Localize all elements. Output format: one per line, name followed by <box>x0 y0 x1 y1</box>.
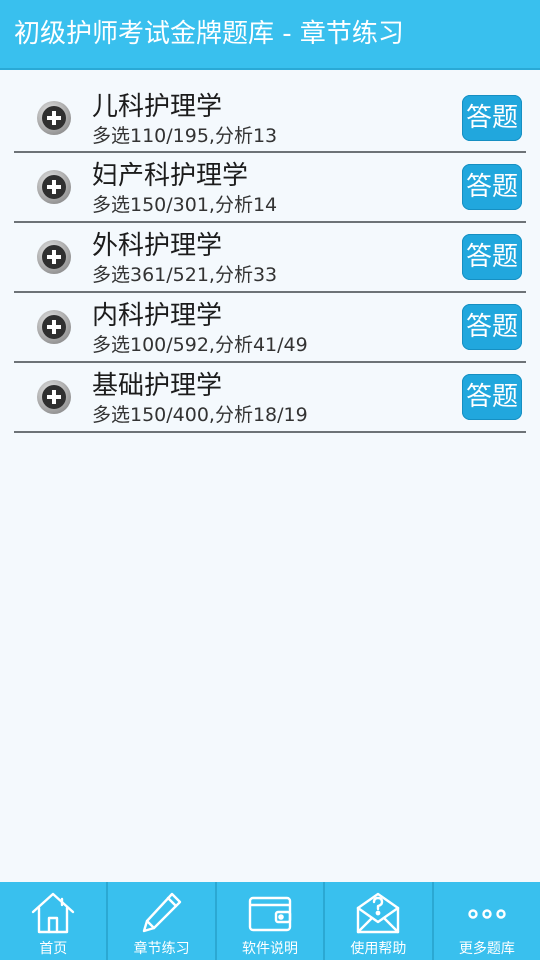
expand-plus-icon[interactable] <box>36 169 72 205</box>
chapter-stats: 多选150/400,分析18/19 <box>92 404 308 426</box>
title-bar: 初级护师考试金牌题库 - 章节练习 <box>0 0 540 68</box>
home-icon <box>29 890 77 936</box>
chapter-stats: 多选150/301,分析14 <box>92 194 278 216</box>
list-item[interactable]: 内科护理学 多选100/592,分析41/49 答题 <box>14 293 526 363</box>
nav-label: 章节练习 <box>133 941 190 957</box>
chapter-stats: 多选361/521,分析33 <box>92 264 278 286</box>
list-item[interactable]: 儿科护理学 多选110/195,分析13 答题 <box>14 84 526 153</box>
chapter-name: 儿科护理学 <box>92 92 223 122</box>
expand-plus-icon[interactable] <box>36 309 72 345</box>
chapter-name: 基础护理学 <box>92 371 223 401</box>
nav-chapter-practice[interactable]: 章节练习 <box>108 882 217 960</box>
list-item[interactable]: 妇产科护理学 多选150/301,分析14 答题 <box>14 153 526 223</box>
list-item[interactable]: 外科护理学 多选361/521,分析33 答题 <box>14 223 526 293</box>
answer-button[interactable]: 答题 <box>462 164 522 210</box>
expand-plus-icon[interactable] <box>36 379 72 415</box>
nav-label: 首页 <box>39 941 68 957</box>
chapter-stats: 多选110/195,分析13 <box>92 125 278 147</box>
answer-button[interactable]: 答题 <box>462 304 522 350</box>
more-icon <box>463 890 511 936</box>
answer-button[interactable]: 答题 <box>462 95 522 141</box>
chapter-name: 妇产科护理学 <box>92 161 249 191</box>
page-title: 初级护师考试金牌题库 - 章节练习 <box>14 19 404 49</box>
help-mail-icon <box>354 890 402 936</box>
list-item[interactable]: 基础护理学 多选150/400,分析18/19 答题 <box>14 363 526 433</box>
nav-label: 使用帮助 <box>350 941 407 957</box>
answer-button[interactable]: 答题 <box>462 234 522 280</box>
expand-plus-icon[interactable] <box>36 239 72 275</box>
bottom-nav: 首页 章节练习 软件说明 使用帮助 更多题库 <box>0 882 540 960</box>
chapter-name: 内科护理学 <box>92 301 223 331</box>
wallet-icon <box>246 890 294 936</box>
chapter-name: 外科护理学 <box>92 231 223 261</box>
nav-label: 更多题库 <box>458 941 515 957</box>
chapter-stats: 多选100/592,分析41/49 <box>92 334 308 356</box>
nav-label: 软件说明 <box>242 941 299 957</box>
nav-software-info[interactable]: 软件说明 <box>217 882 326 960</box>
answer-button[interactable]: 答题 <box>462 374 522 420</box>
nav-more-banks[interactable]: 更多题库 <box>434 882 540 960</box>
chapter-list: 儿科护理学 多选110/195,分析13 答题 妇产科护理学 多选150/301… <box>14 84 526 433</box>
expand-plus-icon[interactable] <box>36 100 72 136</box>
pencil-icon <box>138 890 186 936</box>
app-screen: 初级护师考试金牌题库 - 章节练习 儿科护理学 多选110/195,分析13 答… <box>0 0 540 960</box>
nav-home[interactable]: 首页 <box>0 882 109 960</box>
nav-help[interactable]: 使用帮助 <box>325 882 434 960</box>
